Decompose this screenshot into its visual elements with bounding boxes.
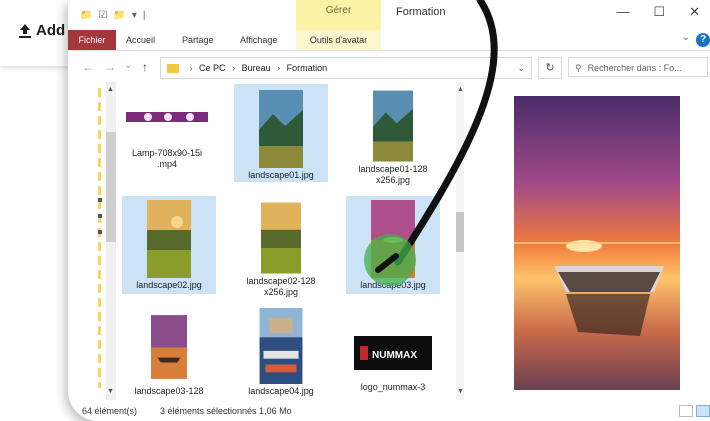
file-item[interactable]: landscape03.jpg (346, 196, 440, 294)
file-name: landscape03.jpg (360, 280, 426, 290)
view-toggle (679, 405, 710, 417)
breadcrumb-separator: › (189, 63, 193, 73)
file-item[interactable]: landscape01.jpg (234, 84, 328, 182)
breadcrumb-separator: › (277, 63, 281, 73)
file-item[interactable]: landscape02-128 x256.jpg (234, 196, 328, 297)
details-view-icon[interactable] (679, 405, 693, 417)
ribbon-tabs: Fichier Accueil Partage Affichage Outils… (68, 30, 710, 51)
file-item[interactable]: landscape02.jpg (122, 196, 216, 294)
context-tab-manage[interactable]: Gérer (296, 0, 381, 30)
new-folder-icon[interactable]: 📁 (113, 10, 125, 21)
close-button[interactable]: ✕ (689, 4, 700, 20)
file-name: landscape01-128 x256.jpg (358, 164, 428, 185)
up-arrow-icon[interactable]: ↑ (142, 60, 148, 74)
file-name: landscape03-128 (134, 386, 204, 396)
file-explorer-window: 📁 ☑ 📁 ▾ | Gérer Formation — ☐ ✕ Fichier … (68, 0, 710, 421)
address-dropdown-icon[interactable]: ⌄ (517, 58, 525, 78)
navigation-pane: ▲ ▼ (68, 82, 116, 400)
image-thumbnail (373, 90, 413, 162)
image-thumbnail (371, 200, 415, 278)
customize-chevron-icon[interactable]: ▾ (132, 10, 137, 21)
large-icons-view-icon[interactable] (696, 405, 710, 417)
file-name: landscape01.jpg (248, 170, 314, 180)
recent-locations-chevron-icon[interactable]: ⌄ (124, 60, 132, 71)
title-bar: 📁 ☑ 📁 ▾ | Gérer Formation — ☐ ✕ (68, 0, 710, 30)
tree-node-marker (98, 198, 102, 202)
tree-node-marker (98, 214, 102, 218)
upload-icon (19, 23, 31, 38)
search-input[interactable]: ⚲ Rechercher dans : Fo... (568, 57, 708, 77)
file-name: landscape02.jpg (136, 280, 202, 290)
file-name: Lamp-708x90-15i .mp4 (131, 148, 203, 169)
nav-scrollbar-thumb[interactable] (106, 132, 116, 242)
back-arrow-icon[interactable]: ← (82, 60, 94, 74)
item-count: 64 élément(s) (82, 406, 138, 416)
search-icon: ⚲ (575, 63, 582, 73)
file-item[interactable]: NUMMAX logo_nummax-3 (346, 308, 440, 400)
address-bar[interactable]: › Ce PC › Bureau › Formation ⌄ (160, 57, 532, 79)
content-scrollbar-thumb[interactable] (456, 212, 464, 252)
forward-arrow-icon[interactable]: → (104, 60, 116, 74)
checkbox-icon[interactable]: ☑ (98, 10, 107, 21)
ribbon-collapse-icon[interactable]: ⌄ (682, 32, 690, 43)
tab-file[interactable]: Fichier (68, 30, 116, 50)
scroll-up-icon[interactable]: ▲ (107, 86, 114, 93)
status-bar: 64 élément(s) 3 éléments sélectionnés 1,… (68, 402, 710, 421)
file-item[interactable]: landscape01-128 x256.jpg (346, 84, 440, 185)
file-name: landscape02-128 x256.jpg (246, 276, 316, 297)
tree-node-marker (98, 230, 102, 234)
breadcrumb-formation[interactable]: Formation (287, 63, 328, 73)
add-button[interactable]: Add l (18, 22, 74, 39)
selection-info: 3 éléments sélectionnés 1,06 Mo (160, 406, 292, 416)
quick-access-toolbar: 📁 ☑ 📁 ▾ | (80, 10, 146, 21)
breadcrumb-desktop[interactable]: Bureau (242, 63, 271, 73)
image-thumbnail (259, 90, 303, 168)
file-item[interactable]: landscape04.jpg (234, 308, 328, 400)
scroll-down-icon[interactable]: ▼ (457, 388, 464, 395)
breadcrumb-this-pc[interactable]: Ce PC (199, 63, 226, 73)
file-item[interactable]: landscape03-128 (122, 308, 216, 400)
minimize-button[interactable]: — (616, 4, 629, 20)
logo-wordmark: NUMMAX (372, 350, 417, 361)
folder-tree-stripe (98, 88, 101, 388)
scroll-up-icon[interactable]: ▲ (457, 86, 464, 93)
help-icon[interactable]: ? (696, 33, 710, 47)
tab-picture-tools[interactable]: Outils d'avatar (296, 30, 381, 50)
tab-home[interactable]: Accueil (126, 30, 155, 50)
image-thumbnail (261, 202, 301, 274)
window-title: Formation (396, 6, 446, 18)
folder-icon (167, 64, 179, 74)
image-thumbnail (147, 200, 191, 278)
tab-view[interactable]: Affichage (240, 30, 277, 50)
preview-pane-image (514, 96, 680, 390)
refresh-button[interactable]: ↻ (538, 57, 562, 79)
content-scrollbar[interactable]: ▲ ▼ (454, 82, 466, 400)
scroll-down-icon[interactable]: ▼ (107, 388, 114, 395)
file-item[interactable]: Lamp-708x90-15i .mp4 (120, 86, 214, 182)
file-grid: Lamp-708x90-15i .mp4 landscape01.jpg land… (120, 82, 462, 400)
maximize-button[interactable]: ☐ (653, 4, 665, 20)
window-controls: — ☐ ✕ (616, 4, 700, 20)
qat-separator: | (142, 10, 146, 21)
image-thumbnail (259, 308, 303, 384)
address-row: ← → ⌄ ↑ › Ce PC › Bureau › Formation ⌄ ↻… (68, 52, 710, 82)
folder-icon[interactable]: 📁 (80, 10, 92, 21)
logo-thumbnail: NUMMAX (354, 336, 432, 370)
image-thumbnail (151, 315, 187, 379)
file-name: logo_nummax-3 (360, 382, 426, 392)
search-placeholder: Rechercher dans : Fo... (587, 63, 682, 73)
tab-share[interactable]: Partage (182, 30, 214, 50)
breadcrumb-separator: › (232, 63, 236, 73)
video-thumbnail (126, 112, 208, 122)
file-name: landscape04.jpg (248, 386, 314, 396)
